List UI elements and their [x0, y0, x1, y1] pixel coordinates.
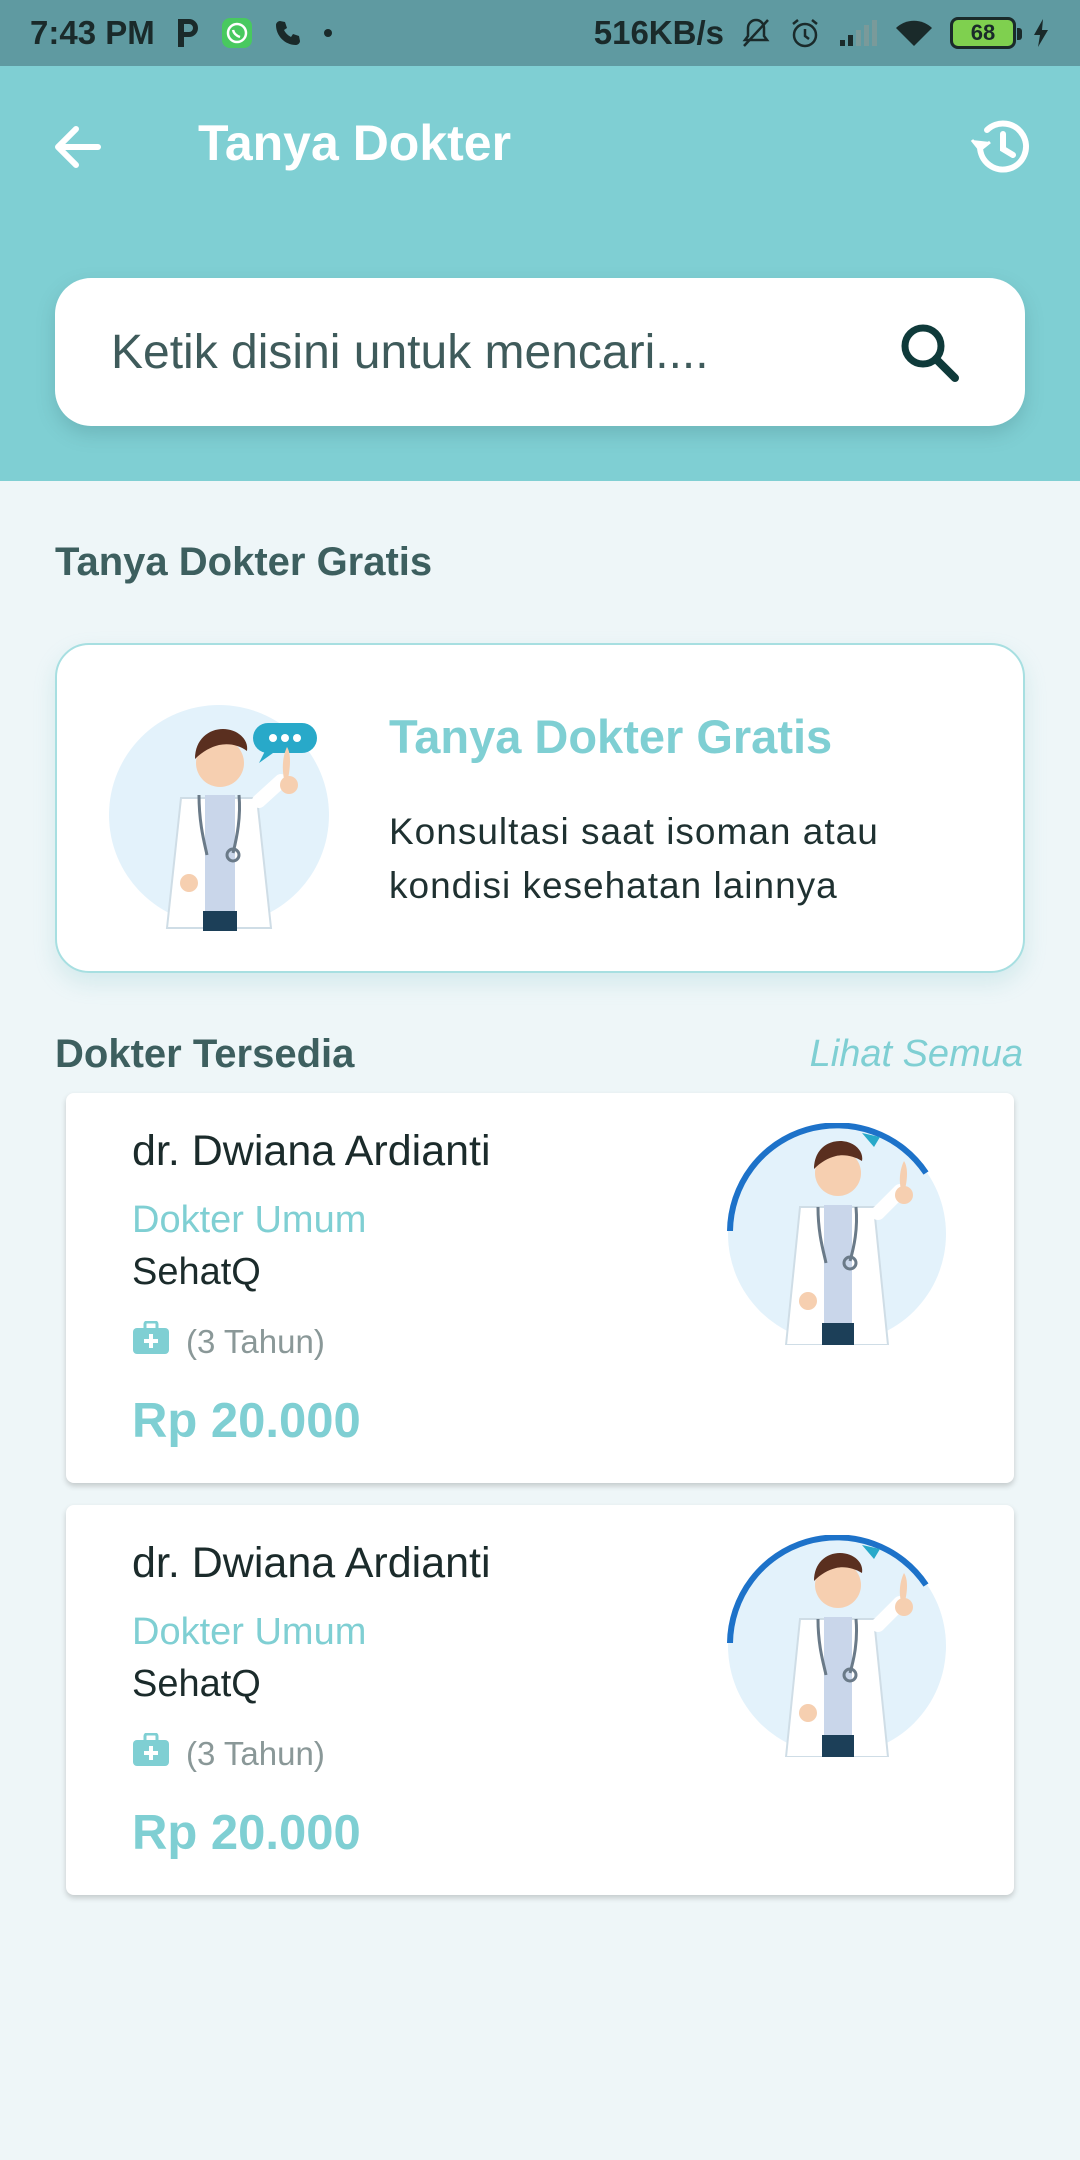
doctor-avatar — [726, 1534, 948, 1758]
see-all-link[interactable]: Lihat Semua — [810, 1033, 1023, 1076]
doctor-avatar — [726, 1122, 948, 1346]
battery-indicator: 68 — [950, 17, 1022, 49]
doctor-name: dr. Dwiana Ardianti — [132, 1539, 491, 1587]
doctor-card[interactable]: dr. Dwiana Ardianti Dokter Umum SehatQ (… — [66, 1505, 1014, 1895]
free-consult-heading: Tanya Dokter Gratis — [55, 540, 433, 584]
parking-app-icon — [175, 17, 201, 49]
notification-dot-icon — [323, 28, 333, 38]
available-doctors-heading: Dokter Tersedia — [55, 1032, 355, 1076]
doctor-price: Rp 20.000 — [132, 1806, 361, 1860]
back-arrow-icon — [52, 125, 102, 174]
medical-kit-icon — [132, 1732, 170, 1775]
whatsapp-icon — [221, 17, 253, 49]
history-icon — [970, 118, 1032, 181]
free-consult-card[interactable]: Tanya Dokter Gratis Konsultasi saat isom… — [55, 643, 1025, 973]
doctor-experience-text: (3 Tahun) — [186, 1323, 325, 1360]
page-title: Tanya Dokter — [198, 115, 512, 171]
doctor-organization: SehatQ — [132, 1251, 261, 1293]
bell-muted-icon — [740, 16, 772, 50]
back-button[interactable] — [44, 116, 110, 182]
medical-kit-icon — [132, 1320, 170, 1363]
doctor-specialty: Dokter Umum — [132, 1199, 367, 1241]
doctor-avatar-icon — [109, 683, 337, 933]
doctor-card[interactable]: dr. Dwiana Ardianti Dokter Umum SehatQ (… — [66, 1093, 1014, 1483]
doctor-price: Rp 20.000 — [132, 1394, 361, 1448]
history-button[interactable] — [966, 114, 1036, 184]
network-speed: 516KB/s — [593, 14, 724, 51]
search-bar[interactable] — [55, 278, 1025, 426]
doctor-experience-text: (3 Tahun) — [186, 1735, 325, 1772]
signal-icon — [838, 18, 878, 48]
free-consult-description: Konsultasi saat isoman atau kondisi kese… — [389, 811, 879, 906]
doctor-experience: (3 Tahun) — [132, 1320, 325, 1363]
doctor-name: dr. Dwiana Ardianti — [132, 1127, 491, 1175]
phone-call-icon — [273, 18, 303, 48]
free-consult-title: Tanya Dokter Gratis — [389, 710, 833, 763]
doctor-experience: (3 Tahun) — [132, 1732, 325, 1775]
search-input[interactable] — [111, 324, 889, 380]
search-icon[interactable] — [889, 312, 969, 392]
battery-level: 68 — [970, 20, 996, 45]
charging-icon — [1032, 18, 1050, 48]
status-time: 7:43 PM — [30, 14, 155, 51]
doctor-specialty: Dokter Umum — [132, 1611, 367, 1653]
alarm-icon — [788, 16, 822, 50]
status-bar: 7:43 PM 516KB/s 68 — [0, 0, 1080, 66]
wifi-icon — [894, 18, 934, 48]
doctor-organization: SehatQ — [132, 1663, 261, 1705]
